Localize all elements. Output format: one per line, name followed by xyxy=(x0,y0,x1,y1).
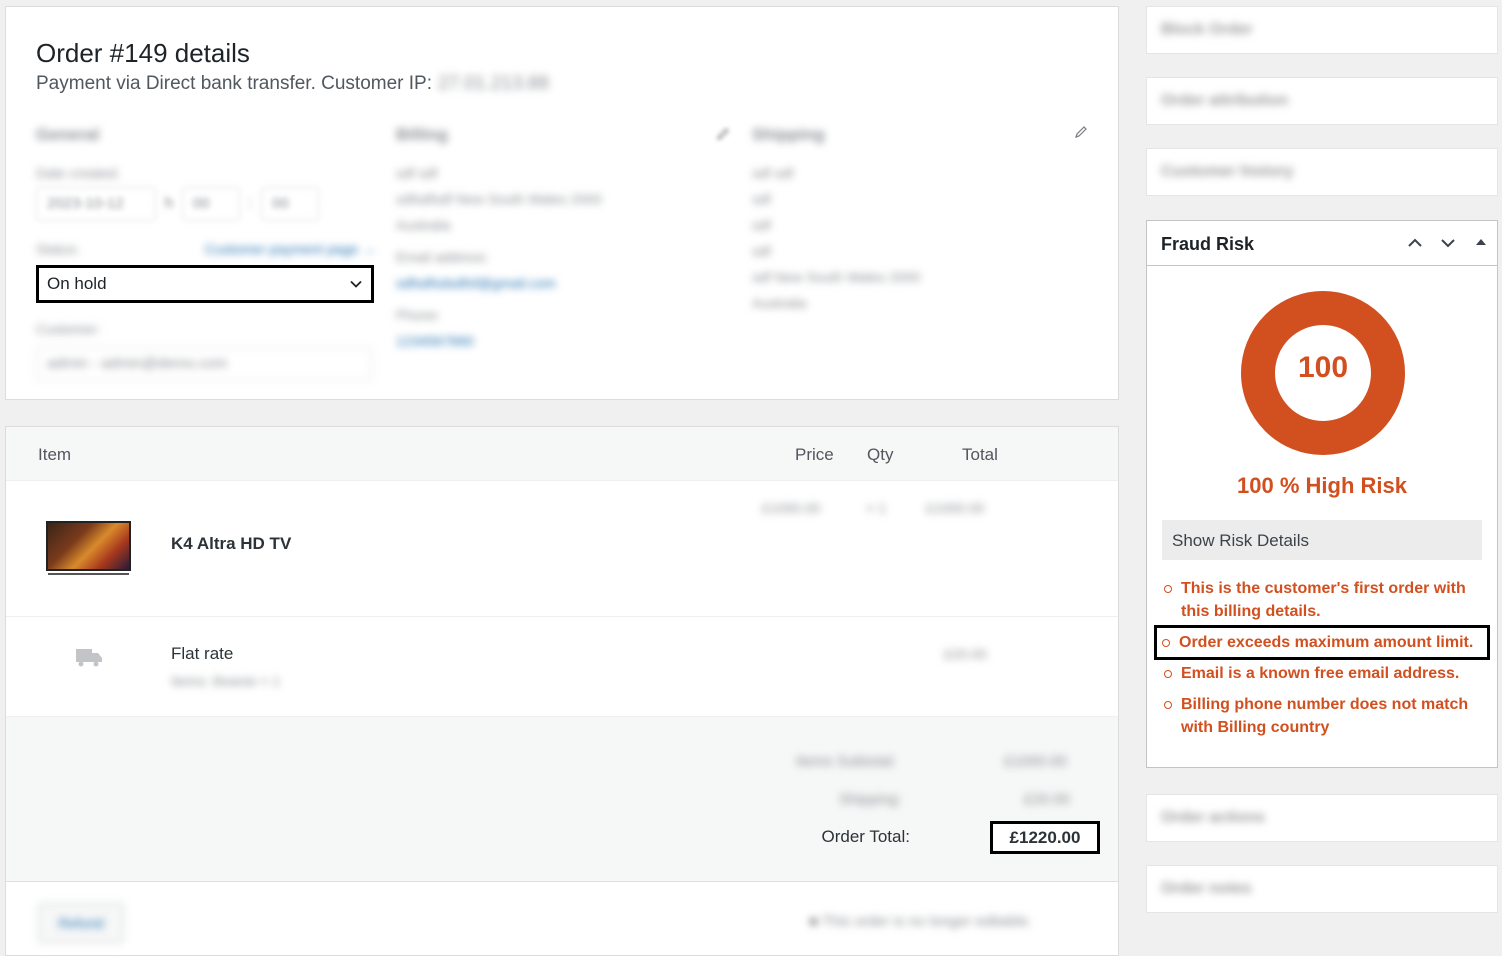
shipping-line: sdf sdf xyxy=(752,165,794,181)
show-risk-details-button[interactable]: Show Risk Details xyxy=(1162,520,1482,560)
not-editable-notice: ■ This order is no longer editable. xyxy=(809,913,1033,930)
shipping-heading: Shipping xyxy=(752,125,825,144)
fraud-risk-title: Fraud Risk xyxy=(1161,234,1255,254)
order-status-select[interactable]: On hold xyxy=(36,265,374,303)
refund-button[interactable]: Refund xyxy=(38,903,124,943)
order-details-panel: Order #149 details Payment via Direct ba… xyxy=(5,6,1119,400)
customer-label: Customer: xyxy=(36,321,101,337)
at-text: h xyxy=(164,195,174,212)
price-column-header: Price xyxy=(795,445,834,464)
block-order-box[interactable]: Block Order xyxy=(1146,6,1498,54)
order-subtitle: Payment via Direct bank transfer. Custom… xyxy=(36,73,549,95)
order-notes-box[interactable]: Order notes xyxy=(1146,865,1498,913)
fraud-risk-header: Fraud Risk xyxy=(1147,221,1497,266)
total-column-header: Total xyxy=(962,445,998,464)
risk-level-label: 100 % High Risk xyxy=(1237,473,1407,498)
shipping-line: sdf xyxy=(752,243,771,259)
product-qty: × 1 xyxy=(866,500,886,516)
billing-email-label: Email address: xyxy=(396,249,489,265)
general-heading: General xyxy=(36,125,100,144)
shipping-line: sdf New South Wales 2000 xyxy=(752,269,921,285)
shipping-method-total: £20.00 xyxy=(944,646,987,662)
chevron-down-icon[interactable] xyxy=(1438,233,1458,253)
shipping-line: sdf xyxy=(752,217,771,233)
status-label: Status: xyxy=(36,241,80,257)
items-subtotal-value: £1000.00 xyxy=(1004,753,1067,770)
fraud-risk-box: Fraud Risk 100 100 % High Risk Show Risk… xyxy=(1146,220,1498,768)
date-input[interactable]: 2023-10-12 xyxy=(36,187,156,221)
list-item: Order exceeds maximum amount limit. xyxy=(1154,625,1490,660)
shipping-line: sdf xyxy=(752,191,771,207)
billing-phone-link[interactable]: 1234567890 xyxy=(396,333,726,349)
product-total: £1000.00 xyxy=(926,500,985,516)
product-name: K4 Altra HD TV xyxy=(171,534,292,553)
billing-phone-label: Phone: xyxy=(396,307,441,323)
order-actions-box[interactable]: Order actions xyxy=(1146,794,1498,842)
order-status-value: On hold xyxy=(47,274,107,293)
billing-heading: Billing xyxy=(396,125,448,144)
chevron-down-icon xyxy=(350,280,362,288)
customer-ip: 27.01.213.88 xyxy=(438,73,549,94)
list-item: This is the customer's first order with … xyxy=(1162,577,1484,623)
billing-line: Australia xyxy=(396,217,451,233)
payment-method-text: Payment via Direct bank transfer. Custom… xyxy=(36,73,432,94)
customer-field: Customer: admin - admin@demo.com xyxy=(36,313,376,381)
table-row: K4 Altra HD TV £1000.00 × 1 £1000.00 xyxy=(6,481,1118,617)
shipping-total-label: Shipping: xyxy=(839,791,902,808)
billing-line: sdf sdf xyxy=(396,165,438,181)
product-thumbnail xyxy=(46,521,131,571)
items-subtotal-label: Items Subtotal: xyxy=(796,753,897,770)
billing-email-link[interactable]: sdfsdfsdsdfsf@gmail.com xyxy=(396,275,726,291)
risk-score: 100 xyxy=(1297,351,1349,384)
collapse-toggle-icon[interactable] xyxy=(1471,233,1491,253)
item-column-header: Item xyxy=(38,445,72,464)
truck-icon xyxy=(76,649,102,667)
shipping-line: Australia xyxy=(752,295,807,311)
product-price: £1000.00 xyxy=(762,500,821,516)
billing-column: Billing sdf sdf sdfsdfsdf New South Wale… xyxy=(396,125,726,359)
customer-select[interactable]: admin - admin@demo.com xyxy=(36,347,372,381)
chevron-up-icon[interactable] xyxy=(1405,233,1425,253)
order-attribution-box[interactable]: Order attribution xyxy=(1146,77,1498,125)
table-row: Flat rate Items: Beanie × 1 £20.00 xyxy=(6,617,1118,717)
billing-line: sdfsdfsdf New South Wales 2000 xyxy=(396,191,602,207)
qty-column-header: Qty xyxy=(867,445,894,464)
date-created-label: Date created: xyxy=(36,165,121,181)
tv-stand xyxy=(48,573,129,575)
customer-payment-link[interactable]: Customer payment page → xyxy=(205,241,376,257)
order-total-label: Order Total: xyxy=(821,827,910,846)
general-column: General Date created: 2023-10-12 h 00 : … xyxy=(36,125,376,257)
list-item: Billing phone number does not match with… xyxy=(1162,693,1484,739)
shipping-method-meta: Items: Beanie × 1 xyxy=(171,673,281,689)
list-item: Email is a known free email address. xyxy=(1162,662,1484,685)
customer-history-box[interactable]: Customer history xyxy=(1146,148,1498,196)
minute-input[interactable]: 00 xyxy=(261,187,320,221)
edit-billing-icon[interactable] xyxy=(716,127,730,141)
hour-input[interactable]: 00 xyxy=(181,187,240,221)
order-totals: Items Subtotal: £1000.00 Shipping: £20.0… xyxy=(6,717,1118,882)
order-total-value: £1220.00 xyxy=(990,821,1100,854)
items-table-header: Item Price Qty Total xyxy=(6,427,1118,481)
shipping-method-name: Flat rate xyxy=(171,644,234,663)
edit-shipping-icon[interactable] xyxy=(1074,125,1088,139)
order-items-panel: Item Price Qty Total K4 Altra HD TV £100… xyxy=(5,426,1119,956)
shipping-column: Shipping sdf sdf sdf sdf sdf sdf New Sou… xyxy=(752,125,1082,321)
shipping-total-value: £20.00 xyxy=(1024,791,1070,808)
order-title: Order #149 details xyxy=(36,38,250,68)
risk-reasons-list: This is the customer's first order with … xyxy=(1154,577,1490,747)
